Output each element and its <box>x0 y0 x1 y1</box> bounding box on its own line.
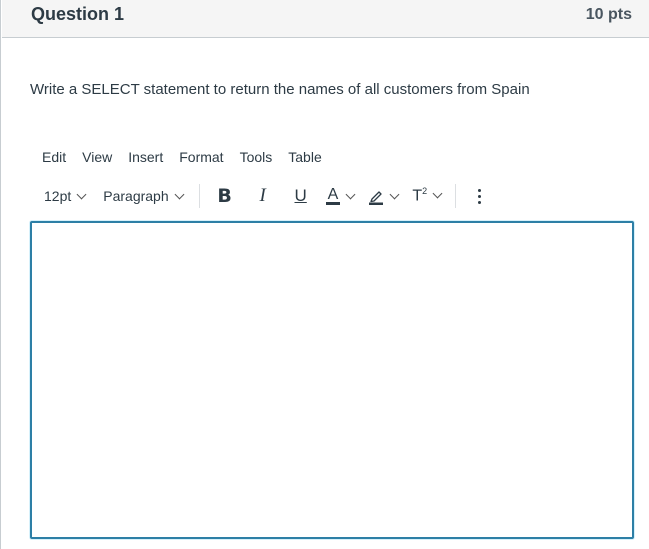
answer-editor[interactable] <box>30 221 634 539</box>
superscript-icon: T2 <box>412 186 427 205</box>
chevron-down-icon <box>174 189 185 199</box>
italic-icon: I <box>259 185 266 206</box>
quiz-question: Question 1 10 pts Write a SELECT stateme… <box>0 0 649 549</box>
highlight-color-button[interactable] <box>368 188 400 205</box>
menu-tools[interactable]: Tools <box>240 149 273 165</box>
font-size-value: 12pt <box>44 188 72 204</box>
text-color-button[interactable]: A <box>325 186 356 205</box>
block-format-value: Paragraph <box>103 188 169 204</box>
bold-icon: B <box>217 185 232 207</box>
toolbar-divider <box>455 184 457 208</box>
menu-table[interactable]: Table <box>288 149 321 165</box>
question-prompt: Write a SELECT statement to return the n… <box>30 81 530 98</box>
font-size-select[interactable]: 12pt <box>44 188 87 204</box>
more-options-button[interactable] <box>474 186 484 206</box>
question-points: 10 pts <box>585 6 632 23</box>
menu-view[interactable]: View <box>82 149 112 165</box>
menu-edit[interactable]: Edit <box>42 149 66 165</box>
menu-format[interactable]: Format <box>179 149 223 165</box>
toolbar-divider <box>198 184 200 208</box>
text-color-icon: A <box>325 186 341 205</box>
underline-icon: U <box>294 186 307 205</box>
chevron-down-icon <box>76 189 87 199</box>
chevron-down-icon <box>345 189 356 199</box>
bold-button[interactable]: B <box>214 185 236 207</box>
superscript-base: T <box>412 187 423 205</box>
block-format-select[interactable]: Paragraph <box>103 188 185 204</box>
vertical-ellipsis-icon <box>477 187 481 205</box>
underline-button[interactable]: U <box>290 186 312 206</box>
question-header: Question 1 10 pts <box>2 0 649 38</box>
chevron-down-icon <box>389 189 400 199</box>
editor-menubar: Edit View Insert Format Tools Table <box>42 149 338 165</box>
editor-toolbar: 12pt Paragraph B I U A T2 <box>44 183 484 209</box>
chevron-down-icon <box>432 189 443 199</box>
superscript-button[interactable]: T2 <box>412 186 443 205</box>
italic-button[interactable]: I <box>252 185 274 207</box>
highlight-pen-icon <box>368 188 384 205</box>
menu-insert[interactable]: Insert <box>128 149 163 165</box>
question-title: Question 1 <box>31 4 125 24</box>
superscript-exponent: 2 <box>422 186 428 197</box>
